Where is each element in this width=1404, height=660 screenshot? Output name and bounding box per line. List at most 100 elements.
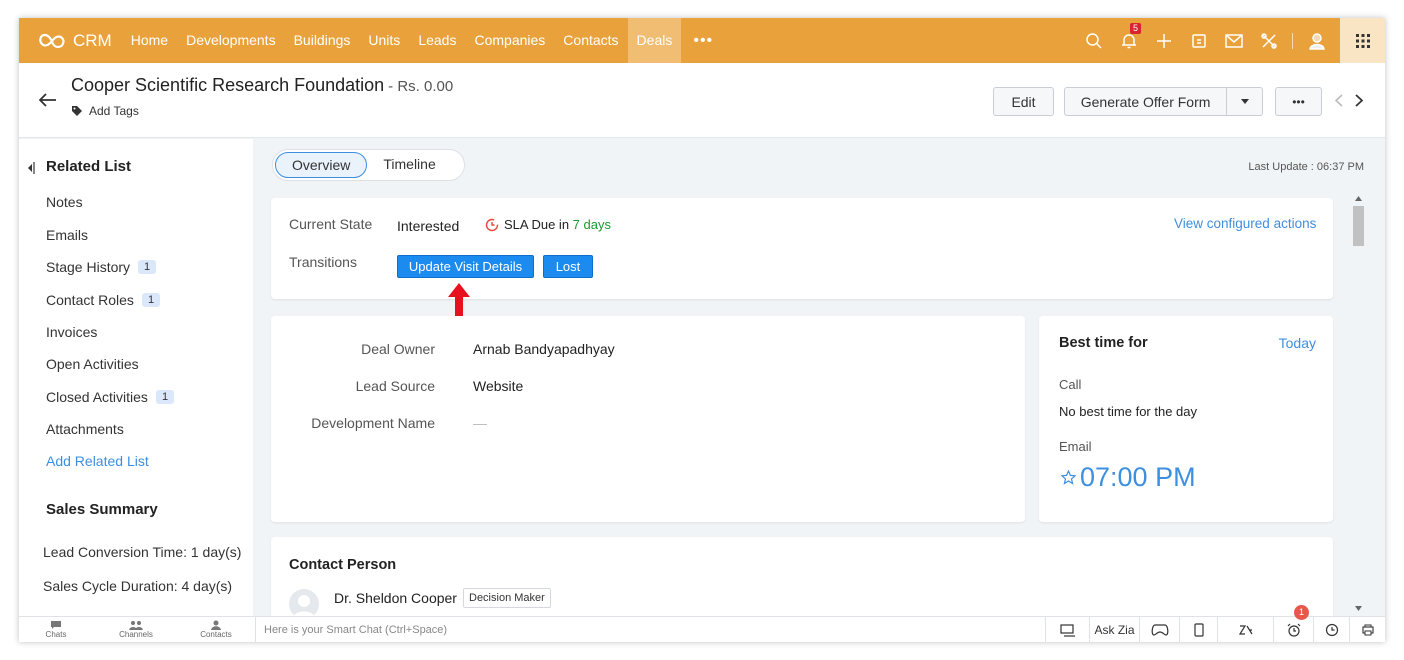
related-item-label: Contact Roles (46, 292, 134, 308)
channels-shortcut[interactable]: Channels (106, 620, 166, 639)
sla-prefix: SLA Due in (504, 217, 573, 232)
main-scrollbar[interactable] (1352, 196, 1365, 616)
related-notes[interactable]: Notes (46, 194, 83, 210)
lost-button[interactable]: Lost (543, 255, 593, 278)
bottom-bar: Chats Channels Contacts Here is your Sma… (19, 605, 1385, 642)
screen-share-icon[interactable] (1045, 617, 1089, 642)
blueprint-card: Current State Interested SLA Due in 7 da… (271, 198, 1333, 299)
view-configured-actions-link[interactable]: View configured actions (1174, 216, 1316, 231)
related-contact-roles[interactable]: Contact Roles 1 (46, 292, 161, 308)
current-state-value: Interested (397, 218, 460, 234)
nav-utilities: 5 (1076, 18, 1385, 63)
calendar-icon[interactable] (1181, 18, 1216, 63)
related-invoices[interactable]: Invoices (46, 324, 97, 340)
back-arrow-icon[interactable] (38, 93, 57, 112)
development-name-value[interactable]: — (473, 415, 487, 431)
sales-cycle-duration: Sales Cycle Duration: 4 day(s) (43, 578, 233, 594)
history-icon[interactable] (1313, 617, 1349, 642)
related-open-activities[interactable]: Open Activities (46, 356, 139, 372)
contacts-label: Contacts (200, 630, 232, 639)
related-item-label: Invoices (46, 324, 98, 340)
offer-dropdown-button[interactable] (1226, 88, 1262, 115)
zia-assistant-icon[interactable] (1217, 617, 1273, 642)
notification-bell-icon[interactable]: 5 (1111, 18, 1146, 63)
module-tabs: Home Developments Buildings Units Leads … (122, 18, 725, 63)
development-name-label: Development Name (311, 415, 435, 431)
channels-icon (129, 621, 143, 630)
setup-tools-icon[interactable] (1251, 18, 1286, 63)
tab-timeline[interactable]: Timeline (367, 152, 451, 178)
print-icon[interactable] (1349, 617, 1385, 642)
deal-amount: - Rs. 0.00 (388, 78, 454, 95)
add-icon[interactable] (1146, 18, 1181, 63)
related-list-heading: Related List (46, 158, 132, 175)
contact-avatar[interactable] (289, 589, 319, 619)
nav-buildings[interactable]: Buildings (285, 18, 360, 63)
alarm-count-badge: 1 (1294, 605, 1309, 620)
lead-conversion-time: Lead Conversion Time: 1 day(s) (43, 544, 242, 560)
crm-logo[interactable]: CRM (37, 31, 112, 51)
zoho-logo-icon (39, 33, 65, 48)
alarm-clock-icon[interactable]: 1 (1273, 605, 1313, 642)
related-list-sidebar: Related List Notes Emails Stage History 1… (19, 139, 253, 616)
chats-label: Chats (45, 630, 67, 639)
nav-units[interactable]: Units (359, 18, 409, 63)
nav-contacts[interactable]: Contacts (554, 18, 627, 63)
caret-down-icon (1240, 99, 1249, 104)
related-closed-activities[interactable]: Closed Activities 1 (46, 389, 175, 405)
notification-badge: 5 (1130, 23, 1141, 34)
more-actions-button[interactable]: ••• (1275, 87, 1322, 116)
ask-zia-button[interactable]: Ask Zia (1089, 617, 1139, 642)
related-item-label: Closed Activities (46, 389, 148, 405)
nav-home[interactable]: Home (122, 18, 177, 63)
contact-name-link[interactable]: Dr. Sheldon Cooper (334, 590, 457, 606)
nav-leads[interactable]: Leads (409, 18, 465, 63)
user-avatar-icon[interactable] (1299, 18, 1334, 63)
count-badge: 1 (155, 390, 175, 404)
sales-summary-heading: Sales Summary (46, 501, 158, 518)
best-time-today-link[interactable]: Today (1279, 335, 1316, 351)
app-grid-icon[interactable] (1340, 18, 1385, 63)
tag-icon (72, 106, 82, 116)
count-badge: 1 (141, 293, 161, 307)
mail-icon[interactable] (1216, 18, 1251, 63)
add-tags-link[interactable]: Add Tags (71, 104, 139, 118)
related-emails[interactable]: Emails (46, 227, 88, 243)
nav-companies[interactable]: Companies (465, 18, 554, 63)
sla-days: 7 days (572, 217, 611, 232)
chats-shortcut[interactable]: Chats (26, 620, 86, 639)
related-attachments[interactable]: Attachments (46, 421, 124, 437)
update-visit-details-button[interactable]: Update Visit Details (397, 255, 534, 278)
gamepad-icon[interactable] (1139, 617, 1179, 642)
next-record-icon[interactable] (1355, 94, 1364, 112)
chat-bubble-icon (51, 621, 61, 629)
mobile-sync-icon[interactable] (1179, 617, 1217, 642)
generate-offer-form-button[interactable]: Generate Offer Form (1065, 94, 1226, 110)
nav-deals[interactable]: Deals (627, 18, 682, 63)
tab-overview[interactable]: Overview (275, 152, 368, 178)
generate-offer-form-group: Generate Offer Form (1064, 87, 1263, 116)
contacts-shortcut[interactable]: Contacts (186, 620, 246, 639)
add-related-list-link[interactable]: Add Related List (46, 453, 149, 469)
deal-details-card: Deal Owner Arnab Bandyapadhyay Lead Sour… (271, 316, 1025, 522)
search-icon[interactable] (1076, 18, 1111, 63)
nav-more-button[interactable]: ••• (681, 32, 725, 50)
last-update-text: Last Update : 06:37 PM (1248, 161, 1364, 173)
edit-button[interactable]: Edit (993, 87, 1054, 116)
smart-chat-input[interactable]: Here is your Smart Chat (Ctrl+Space) (255, 617, 1035, 642)
record-header: Cooper Scientific Research Foundation - R… (19, 63, 1385, 138)
scroll-up-icon[interactable] (1355, 196, 1362, 201)
scroll-down-icon[interactable] (1355, 606, 1362, 611)
contact-person-heading: Contact Person (289, 557, 397, 573)
previous-record-icon[interactable] (1334, 94, 1343, 112)
related-stage-history[interactable]: Stage History 1 (46, 259, 157, 275)
view-tabs: Overview Timeline (272, 149, 465, 181)
channels-label: Channels (119, 630, 153, 639)
scrollbar-thumb[interactable] (1353, 206, 1364, 246)
deal-owner-value[interactable]: Arnab Bandyapadhyay (473, 341, 615, 357)
lead-source-value[interactable]: Website (473, 378, 523, 394)
logo-text: CRM (73, 30, 112, 50)
deal-owner-label: Deal Owner (361, 341, 435, 357)
collapse-sidebar-icon[interactable] (27, 161, 35, 179)
nav-developments[interactable]: Developments (177, 18, 285, 63)
